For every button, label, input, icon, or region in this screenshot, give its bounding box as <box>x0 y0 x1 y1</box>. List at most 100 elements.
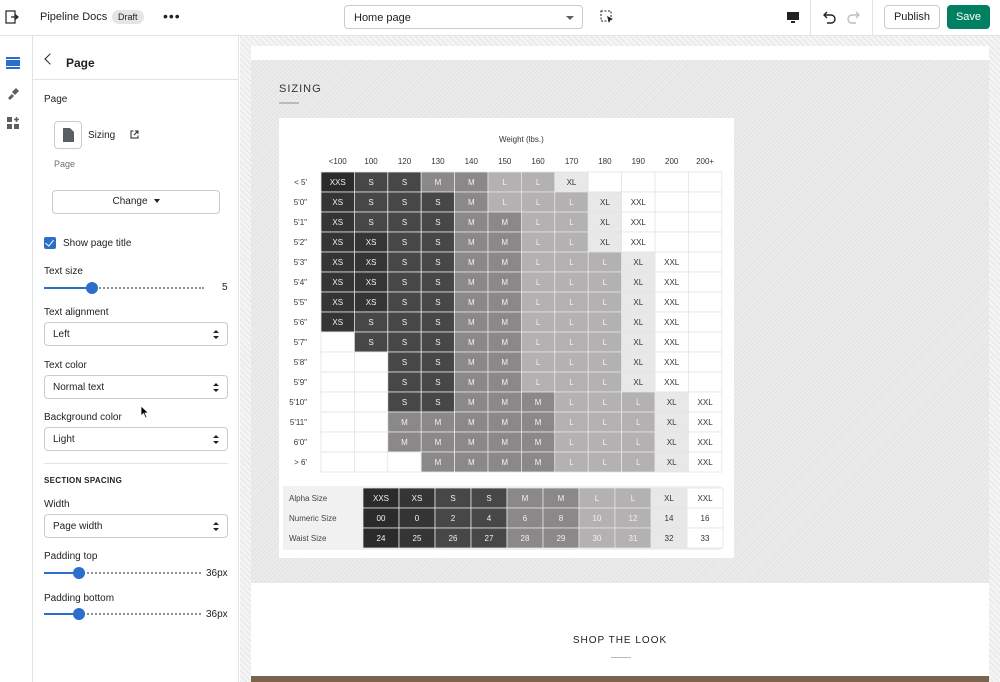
weight-axis-title: Weight (lbs.) <box>499 135 544 144</box>
size-cell <box>354 371 389 393</box>
height-row-label: 5'8" <box>294 358 307 367</box>
width-select[interactable]: Page width <box>44 514 228 538</box>
size-cell-label: S <box>402 178 407 187</box>
size-cell-label: XXL <box>664 298 680 307</box>
size-cell-label: M <box>401 418 408 427</box>
text-size-label: Text size <box>44 266 83 277</box>
slider-thumb[interactable] <box>73 567 85 579</box>
size-cell-label: S <box>402 318 407 327</box>
publish-button[interactable]: Publish <box>884 5 940 29</box>
size-cell <box>687 371 723 393</box>
size-cell <box>687 251 723 273</box>
size-cell-label: XXL <box>631 238 647 247</box>
top-bar: Pipeline Docs Draft ••• Home page Publis… <box>0 0 1000 36</box>
page-select[interactable]: Home page <box>344 5 583 29</box>
size-cell <box>587 171 623 193</box>
size-cell-label: XS <box>332 258 343 267</box>
text-size-slider[interactable] <box>44 282 204 294</box>
slider-track <box>79 572 201 574</box>
show-page-title-checkbox[interactable] <box>44 237 56 249</box>
conversion-cell-label: 8 <box>559 514 564 523</box>
size-cell-label: L <box>603 318 608 327</box>
desktop-icon[interactable] <box>786 10 800 24</box>
size-cell-label: L <box>536 278 541 287</box>
size-cell-label: M <box>468 298 475 307</box>
back-icon[interactable] <box>44 53 56 65</box>
padding-top-value: 36px <box>206 568 228 579</box>
size-cell-label: L <box>569 338 574 347</box>
sections-icon[interactable] <box>6 56 20 70</box>
size-cell <box>687 351 723 373</box>
size-cell-label: L <box>603 398 608 407</box>
conversion-cell-label: 25 <box>413 534 422 543</box>
size-cell-label: M <box>501 398 508 407</box>
padding-bottom-slider[interactable] <box>44 608 201 620</box>
size-cell-label: M <box>468 358 475 367</box>
padding-top-slider[interactable] <box>44 567 201 579</box>
size-cell-label: L <box>603 258 608 267</box>
conversion-cell-label: XXS <box>373 494 389 503</box>
size-cell-label: XS <box>366 258 377 267</box>
size-cell-label: M <box>535 458 542 467</box>
image-strip <box>251 676 989 682</box>
size-cell-label: S <box>368 218 373 227</box>
weight-column-header: 200 <box>665 157 679 166</box>
page-type: Page <box>54 159 76 169</box>
text-color-label: Text color <box>44 360 87 371</box>
size-cell-label: XL <box>633 258 643 267</box>
more-icon[interactable]: ••• <box>163 9 181 23</box>
height-row-label: 5'7" <box>294 338 307 347</box>
size-cell-label: M <box>501 298 508 307</box>
background-color-value: Light <box>53 434 75 445</box>
inspect-icon[interactable] <box>600 10 614 24</box>
size-cell-label: L <box>569 458 574 467</box>
size-cell-label: XS <box>332 198 343 207</box>
height-row-label: 5'2" <box>294 238 307 247</box>
size-cell <box>654 191 689 213</box>
text-alignment-select[interactable]: Left <box>44 322 228 346</box>
weight-column-header: 170 <box>565 157 579 166</box>
external-link-icon[interactable] <box>130 130 139 139</box>
save-button[interactable]: Save <box>947 5 990 29</box>
size-cell-label: XXL <box>698 438 714 447</box>
exit-icon[interactable] <box>5 10 19 24</box>
size-cell <box>320 391 355 413</box>
apps-icon[interactable] <box>6 116 20 130</box>
size-cell-label: S <box>368 178 373 187</box>
theme-settings-icon[interactable] <box>6 86 20 100</box>
slider-track <box>92 287 204 289</box>
document-icon <box>63 128 74 142</box>
background-color-select[interactable]: Light <box>44 427 228 451</box>
size-cell-label: XS <box>332 278 343 287</box>
size-cell-label: L <box>569 258 574 267</box>
panel-title: Page <box>66 56 95 70</box>
settings-panel: Page Page Sizing Page Change Show page t… <box>33 36 239 682</box>
select-arrows-icon <box>213 383 219 392</box>
size-cell-label: L <box>603 418 608 427</box>
undo-icon[interactable] <box>821 9 837 25</box>
preview-canvas: SIZING Weight (lbs.) <100 100 120 130 140 150 1… <box>240 36 1000 682</box>
size-cell-label: L <box>536 178 541 187</box>
padding-bottom-value: 36px <box>206 609 228 620</box>
size-cell <box>320 411 355 433</box>
slider-thumb[interactable] <box>86 282 98 294</box>
size-cell-label: L <box>636 458 641 467</box>
size-cell-label: XL <box>633 378 643 387</box>
size-cell-label: XXL <box>698 458 714 467</box>
text-color-select[interactable]: Normal text <box>44 375 228 399</box>
conversion-cell-label: 6 <box>523 514 528 523</box>
text-color-value: Normal text <box>53 382 105 393</box>
size-cell-label: XL <box>600 198 610 207</box>
slider-thumb[interactable] <box>73 608 85 620</box>
sizing-section[interactable]: SIZING Weight (lbs.) <100 100 120 130 140 150 1… <box>251 60 989 583</box>
size-cell-label: XS <box>366 238 377 247</box>
change-page-button[interactable]: Change <box>52 190 220 214</box>
select-arrows-icon <box>213 435 219 444</box>
redo-icon[interactable] <box>846 9 862 25</box>
size-cell-label: S <box>435 278 440 287</box>
size-cell-label: S <box>368 198 373 207</box>
height-row-label: < 5' <box>294 178 307 187</box>
size-cell <box>654 171 689 193</box>
page-thumbnail <box>54 121 82 149</box>
size-cell-label: S <box>435 318 440 327</box>
